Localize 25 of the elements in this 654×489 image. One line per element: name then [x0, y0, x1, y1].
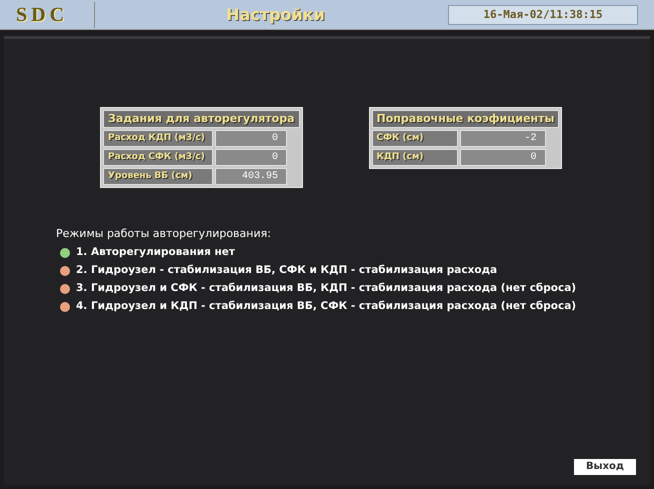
table-value: -2	[460, 130, 546, 147]
table-value: 0	[215, 149, 287, 166]
table-label: Расход КДП (м3/с)	[103, 130, 213, 147]
table-label: Уровень ВБ (см)	[103, 168, 213, 185]
modes-heading: Режимы работы авторегулирования:	[56, 226, 272, 242]
mode-option[interactable]: 1. Авторегулирования нет	[76, 245, 235, 261]
table-label: Расход СФК (м3/с)	[103, 149, 213, 166]
table-label: КДП (см)	[372, 149, 458, 166]
screen-title: Настройки	[226, 6, 325, 22]
mode-option[interactable]: 4. Гидроузел и КДП - стабилизация ВБ, СФК - стабилизация расхода (нет сброса)	[76, 299, 576, 315]
mode-indicator-icon[interactable]	[60, 248, 70, 258]
exit-button[interactable]: Выход	[574, 459, 636, 475]
table-title: Поправочные коэфициенты	[372, 110, 560, 128]
table-value: 0	[215, 130, 287, 147]
mode-indicator-icon[interactable]	[60, 284, 70, 294]
table-title: Задания для авторегулятора	[103, 110, 300, 128]
table-label: СФК (см)	[372, 130, 458, 147]
mode-option[interactable]: 3. Гидроузел и СФК - стабилизация ВБ, КДП - стабилизация расхода (нет сброса)	[76, 281, 576, 297]
mode-indicator-icon[interactable]	[60, 266, 70, 276]
datetime-display: 16-Мая-02/11:38:15	[448, 4, 638, 24]
table-value: 0	[460, 149, 546, 166]
logo: SDC	[16, 4, 70, 24]
mode-option[interactable]: 2. Гидроузел - стабилизация ВБ, СФК и КДП - стабилизация расхода	[76, 263, 498, 279]
mode-indicator-icon[interactable]	[60, 302, 70, 312]
table-value: 403.95	[215, 168, 287, 185]
